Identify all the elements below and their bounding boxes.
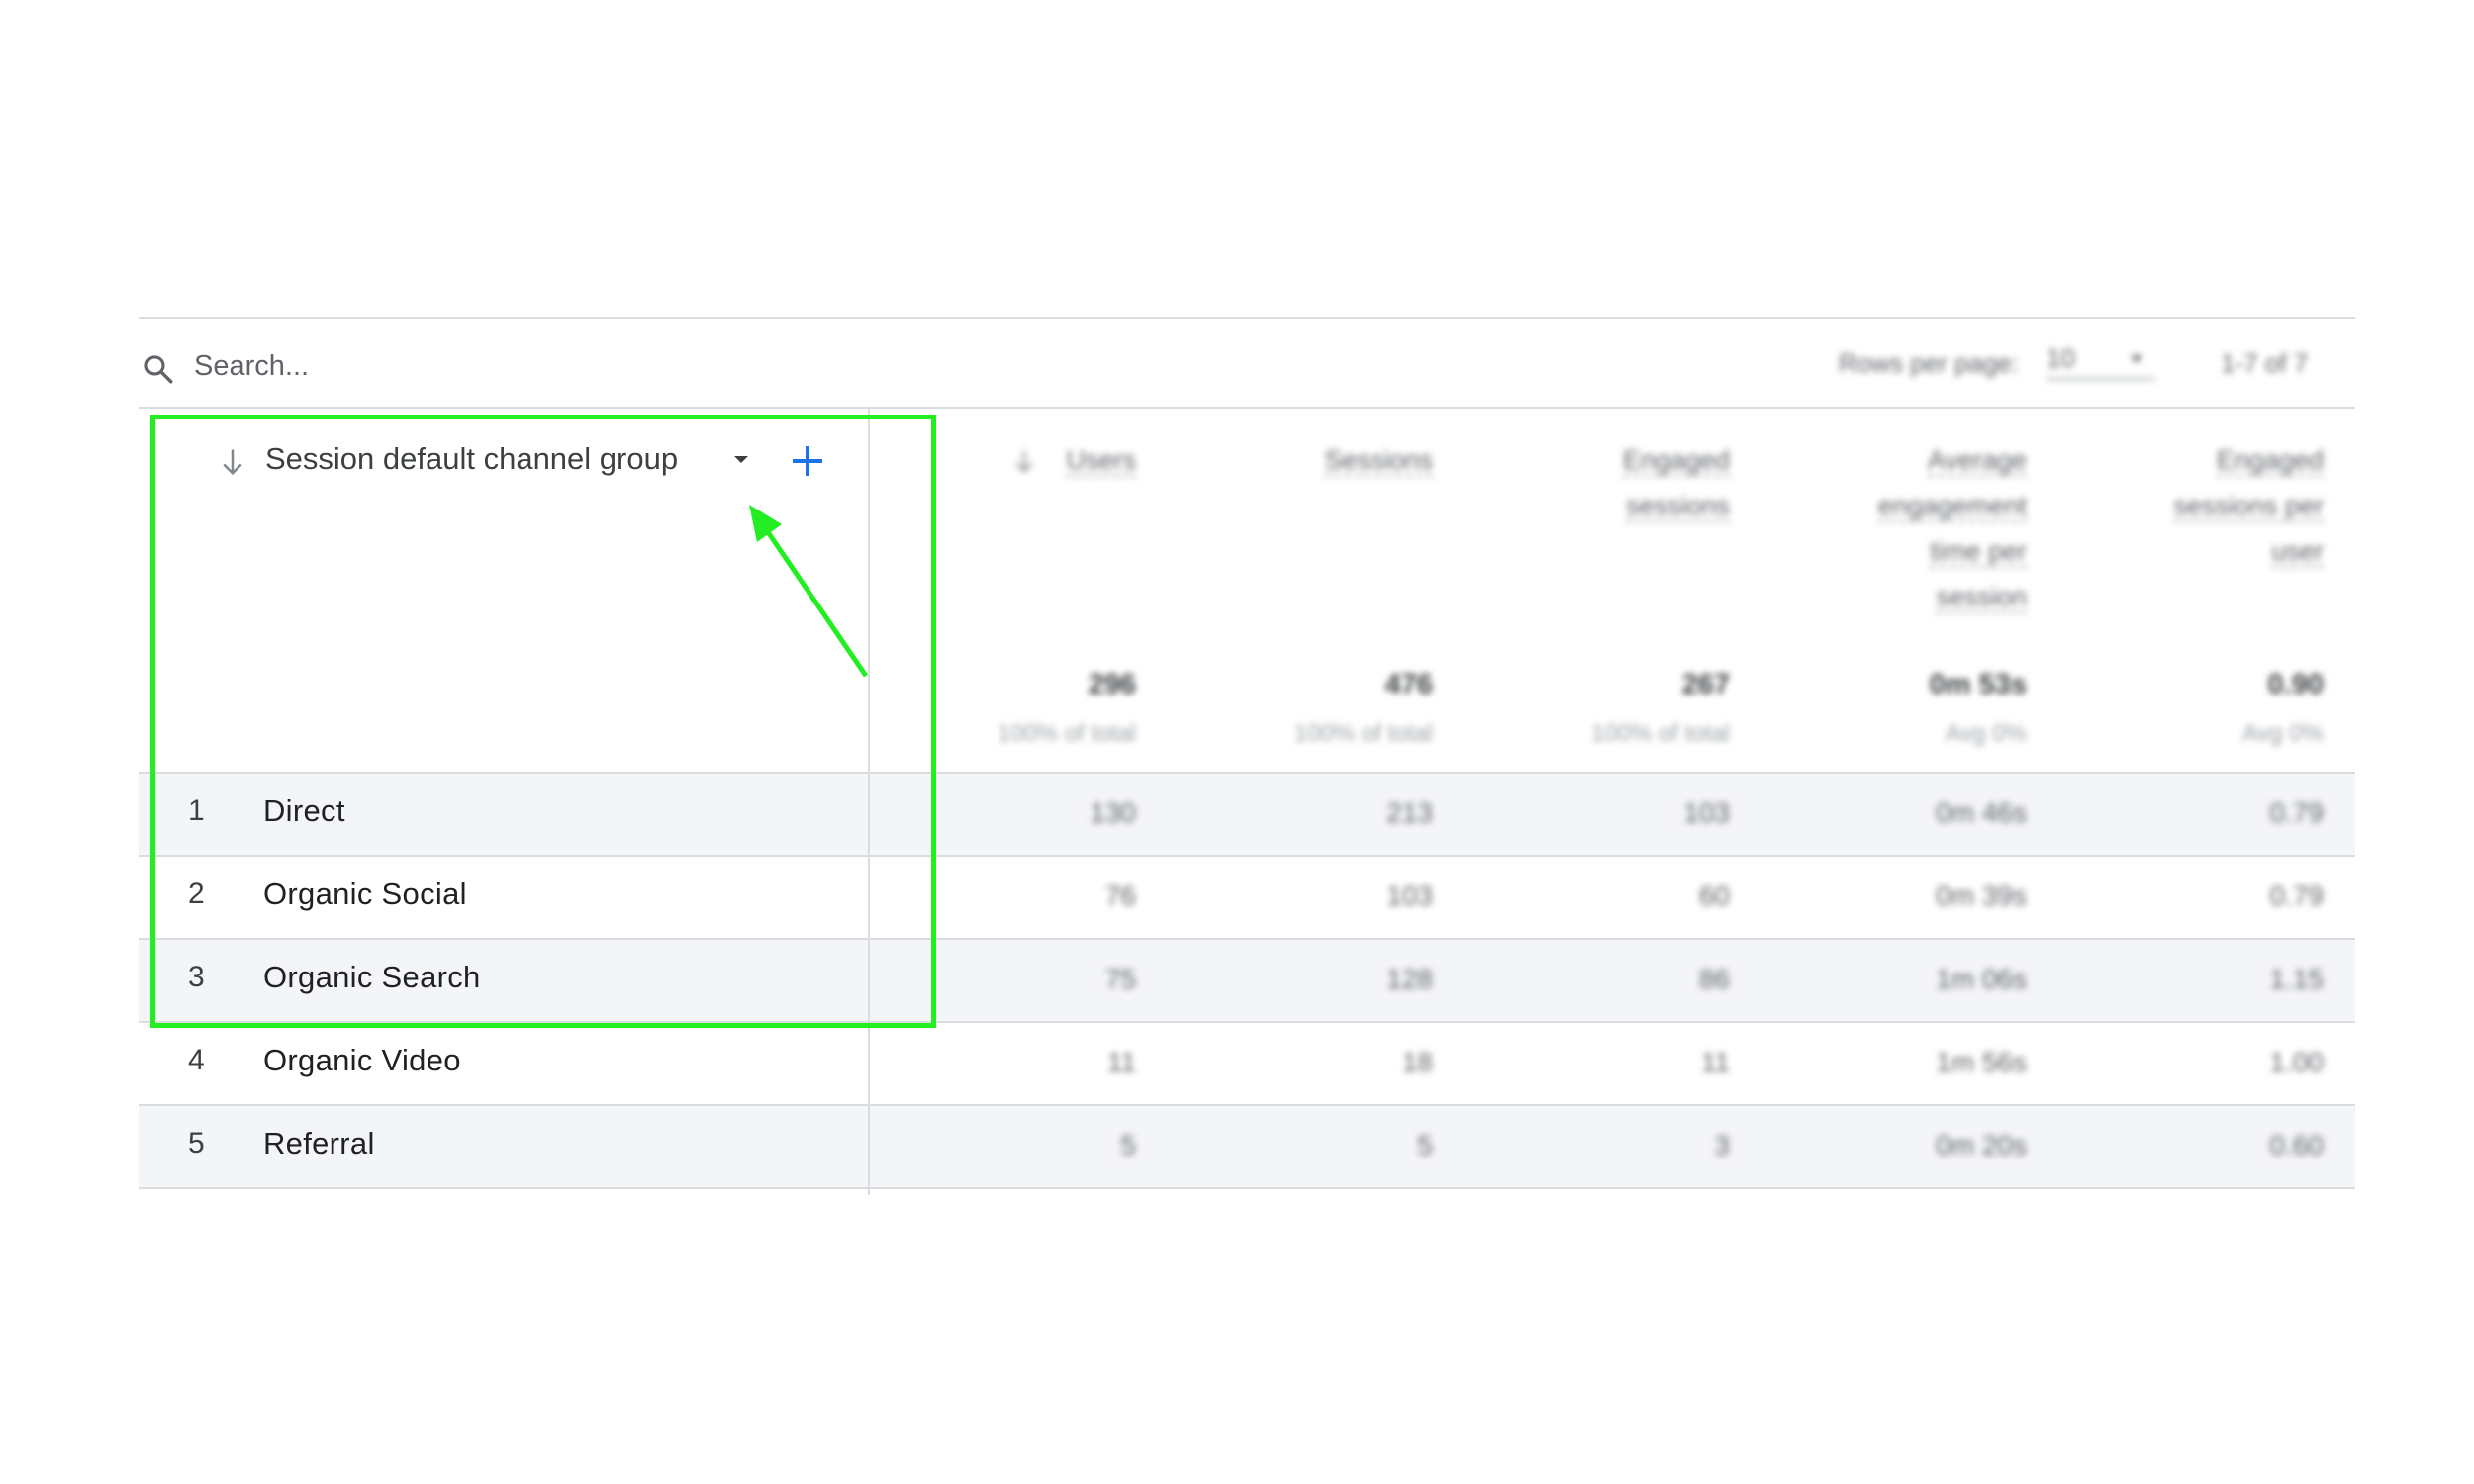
metric-header-line[interactable]: user	[2271, 528, 2324, 574]
metric-total: 296	[1088, 669, 1136, 700]
metric-header-line[interactable]: engagement	[1877, 483, 2027, 528]
table-top-border	[139, 317, 2355, 319]
row-number: 5	[188, 1127, 205, 1159]
metric-header-line[interactable]: Engaged	[2216, 437, 2324, 483]
table-row-band	[139, 1023, 2355, 1106]
row-label-organic-video: Organic Video	[263, 1043, 461, 1077]
pagination-range: 1-7 of 7	[2221, 348, 2309, 378]
metric-header-line[interactable]: session	[1936, 574, 2027, 619]
metric-header-line[interactable]: Average	[1927, 437, 2027, 483]
metric-header-line[interactable]: sessions per	[2173, 483, 2324, 528]
metric-total-subtext: 100% of total	[1590, 720, 1730, 747]
metric-total-subtext: Avg 0%	[2241, 720, 2324, 747]
metric-header-line[interactable]: sessions	[1625, 483, 1730, 528]
rows-per-page-label: Rows per page:	[1839, 348, 2020, 378]
metric-header-line[interactable]: Engaged	[1622, 437, 1730, 483]
rows-per-page-caret-icon	[2130, 355, 2143, 363]
metric-total: 0.90	[2267, 669, 2324, 700]
metric-header-line[interactable]: Users	[1066, 437, 1136, 483]
highlight-box	[150, 415, 936, 1028]
row-number: 4	[188, 1044, 205, 1076]
metric-total: 267	[1681, 669, 1730, 700]
metric-header-line[interactable]: Sessions	[1324, 437, 1433, 483]
search-input[interactable]	[194, 342, 689, 390]
table-row-band	[139, 1106, 2355, 1189]
table-bottom-border	[139, 1187, 2355, 1189]
metric-total-subtext: Avg 0%	[1945, 720, 2027, 747]
metric-total-subtext: 100% of total	[997, 720, 1136, 747]
metric-sort-arrow-icon[interactable]	[1013, 447, 1035, 475]
metric-total: 0m 53s	[1929, 669, 2027, 700]
metric-total: 476	[1384, 669, 1433, 700]
metric-header-line[interactable]: time per	[1930, 528, 2027, 574]
rows-per-page-select[interactable]: 10	[2046, 343, 2155, 380]
search-bottom-border	[139, 407, 2355, 409]
row-divider	[139, 1104, 2355, 1106]
search-icon	[144, 355, 173, 384]
metric-total-subtext: 100% of total	[1293, 720, 1433, 747]
row-label-referral: Referral	[263, 1126, 375, 1160]
